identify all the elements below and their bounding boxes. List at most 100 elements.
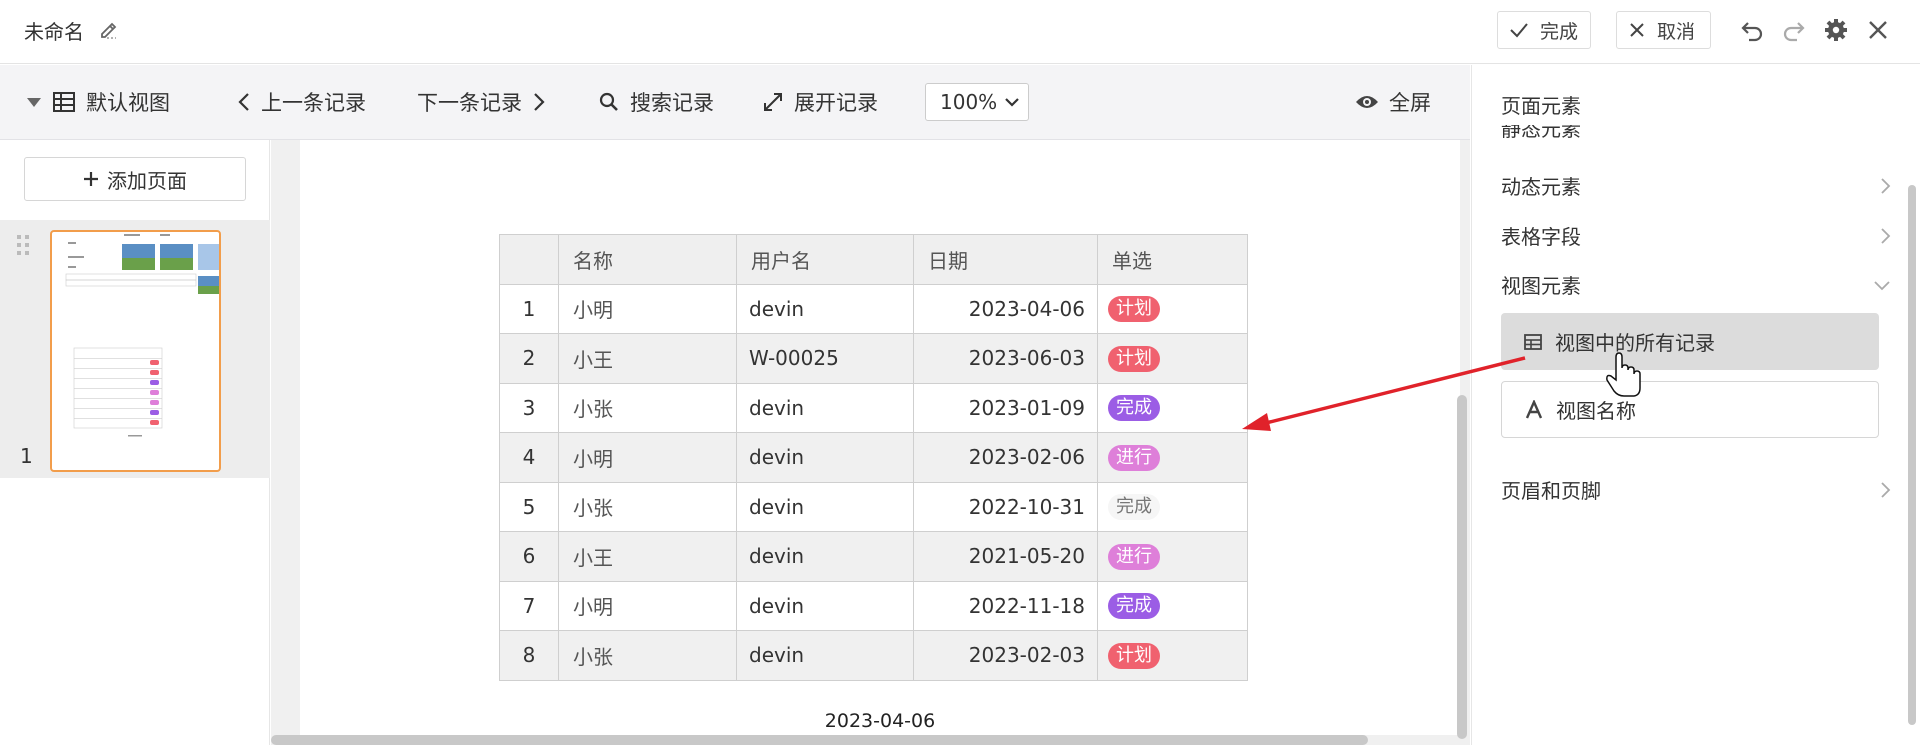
username-cell: devin	[736, 481, 914, 532]
settings-gear-icon[interactable]	[1823, 17, 1849, 43]
prev-record-button[interactable]: 上一条记录	[237, 87, 366, 117]
page-thumbnail[interactable]	[50, 230, 221, 472]
check-icon	[1510, 23, 1528, 38]
username-cell: devin	[736, 630, 914, 681]
document-title[interactable]: 未命名	[24, 16, 84, 45]
static-elements-section[interactable]: 静态元素	[1501, 125, 1581, 139]
table-row[interactable]: 6 小王 devin 2021-05-20 进行	[499, 531, 1248, 582]
section-header-footer[interactable]: 页眉和页脚	[1501, 475, 1891, 504]
section-table-fields[interactable]: 表格字段	[1501, 221, 1891, 250]
row-index-cell: 2	[499, 333, 559, 384]
date-cell: 2023-01-09	[913, 382, 1098, 433]
column-header: 用户名	[736, 234, 914, 285]
search-record-label: 搜索记录	[630, 91, 714, 115]
footer-date: 2023-04-06	[824, 710, 936, 732]
add-page-label: 添加页面	[107, 168, 187, 193]
table-row[interactable]: 3 小张 devin 2023-01-09 完成	[499, 382, 1248, 433]
index-header	[499, 234, 559, 285]
section-label: 视图元素	[1501, 274, 1581, 298]
chevron-right-icon	[534, 93, 545, 111]
table-header-row: 名称 用户名 日期 单选	[499, 234, 1248, 285]
plus-icon	[84, 172, 98, 186]
username-cell: devin	[736, 580, 914, 631]
zoom-select[interactable]: 100%	[925, 83, 1029, 121]
name-cell: 小王	[558, 333, 737, 384]
table-row[interactable]: 1 小明 devin 2023-04-06 计划	[499, 283, 1248, 334]
chevron-right-icon	[1881, 481, 1891, 498]
name-cell: 小张	[558, 382, 737, 433]
section-label: 动态元素	[1501, 175, 1581, 199]
date-cell: 2023-06-03	[913, 333, 1098, 384]
single-select-cell: 计划	[1097, 333, 1248, 384]
page-number: 1	[20, 444, 33, 468]
row-index-cell: 5	[499, 481, 559, 532]
redo-icon[interactable]	[1781, 17, 1807, 43]
next-record-button[interactable]: 下一条记录	[417, 87, 546, 117]
view-selector[interactable]: 默认视图	[26, 87, 170, 117]
close-x-icon	[1630, 23, 1644, 37]
single-select-cell: 完成	[1097, 382, 1248, 433]
search-icon	[599, 92, 618, 111]
single-select-cell: 完成	[1097, 580, 1248, 631]
status-tag: 完成	[1108, 395, 1160, 422]
table-row[interactable]: 5 小张 devin 2022-10-31 完成	[499, 481, 1248, 532]
row-index-cell: 4	[499, 432, 559, 483]
name-cell: 小明	[558, 580, 737, 631]
row-index-cell: 8	[499, 630, 559, 681]
done-button[interactable]: 完成	[1497, 11, 1591, 49]
column-header: 日期	[913, 234, 1098, 285]
name-cell: 小明	[558, 432, 737, 483]
chevron-down-icon	[1874, 280, 1890, 290]
drag-handle-icon[interactable]	[16, 234, 30, 256]
card-label: 视图名称	[1556, 399, 1636, 423]
panel-scrollbar[interactable]	[1908, 185, 1916, 725]
table-row[interactable]: 4 小明 devin 2023-02-06 进行	[499, 432, 1248, 483]
expand-record-label: 展开记录	[794, 91, 878, 115]
view-name-element[interactable]: 视图名称	[1501, 381, 1879, 438]
all-records-element[interactable]: 视图中的所有记录	[1501, 313, 1879, 370]
close-window-icon[interactable]	[1865, 17, 1891, 43]
single-select-cell: 计划	[1097, 283, 1248, 334]
chevron-down-icon	[1005, 98, 1019, 107]
next-record-label: 下一条记录	[417, 91, 522, 115]
date-cell: 2021-05-20	[913, 531, 1098, 582]
page-list-item[interactable]: 1	[0, 220, 270, 478]
status-tag: 计划	[1108, 642, 1160, 669]
search-record-button[interactable]: 搜索记录	[598, 87, 714, 117]
section-label: 页眉和页脚	[1501, 479, 1601, 503]
username-cell: devin	[736, 382, 914, 433]
row-index-cell: 1	[499, 283, 559, 334]
add-page-button[interactable]: 添加页面	[24, 157, 246, 201]
username-cell: W-00025	[736, 333, 914, 384]
fullscreen-label: 全屏	[1389, 91, 1431, 115]
title-bar: 未命名 完成 取消	[0, 0, 1920, 64]
records-table[interactable]: 名称 用户名 日期 单选 1 小明 devin 2023-04-06 计划 2 小王 W-00…	[499, 234, 1248, 681]
username-cell: devin	[736, 432, 914, 483]
table-row[interactable]: 8 小张 devin 2023-02-03 计划	[499, 630, 1248, 681]
section-view-elements[interactable]: 视图元素	[1501, 270, 1891, 299]
single-select-cell: 完成	[1097, 481, 1248, 532]
eye-icon	[1356, 96, 1378, 108]
prev-record-label: 上一条记录	[261, 91, 366, 115]
undo-icon[interactable]	[1739, 17, 1765, 43]
table-row[interactable]: 7 小明 devin 2022-11-18 完成	[499, 580, 1248, 631]
row-index-cell: 6	[499, 531, 559, 582]
record-toolbar: 默认视图 上一条记录 下一条记录 搜索记录 展开记录 100% 全屏	[0, 65, 1470, 140]
zoom-value: 100%	[940, 90, 998, 114]
horizontal-scrollbar[interactable]	[271, 735, 1368, 745]
section-dynamic-elements[interactable]: 动态元素	[1501, 171, 1891, 200]
single-select-cell: 进行	[1097, 432, 1248, 483]
single-select-cell: 进行	[1097, 531, 1248, 582]
cancel-button[interactable]: 取消	[1616, 11, 1711, 49]
vertical-scrollbar[interactable]	[1457, 395, 1467, 739]
date-cell: 2023-04-06	[913, 283, 1098, 334]
row-index-cell: 7	[499, 580, 559, 631]
fullscreen-button[interactable]: 全屏	[1355, 87, 1431, 117]
section-label: 表格字段	[1501, 225, 1581, 249]
table-row[interactable]: 2 小王 W-00025 2023-06-03 计划	[499, 333, 1248, 384]
status-tag: 完成	[1108, 593, 1160, 620]
edit-title-icon[interactable]	[98, 20, 120, 46]
status-tag: 进行	[1108, 444, 1160, 471]
expand-record-button[interactable]: 展开记录	[762, 87, 878, 117]
table-icon	[1524, 333, 1542, 350]
